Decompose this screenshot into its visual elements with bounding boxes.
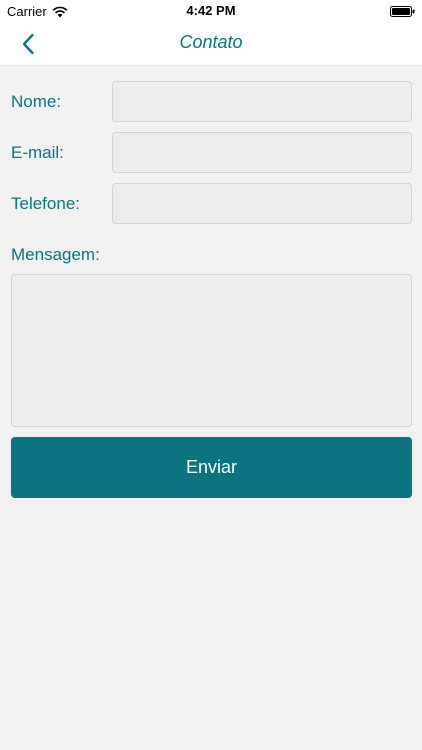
phone-field[interactable]	[112, 183, 412, 224]
send-button[interactable]: Enviar	[11, 437, 412, 498]
navigation-bar: Contato	[0, 22, 422, 66]
email-field[interactable]	[112, 132, 412, 173]
page-title: Contato	[179, 32, 243, 52]
name-label: Nome:	[11, 92, 62, 111]
message-label: Mensagem:	[11, 245, 100, 264]
message-field[interactable]	[11, 274, 412, 427]
clock: 4:42 PM	[186, 3, 236, 18]
name-field[interactable]	[112, 81, 412, 122]
battery-icon	[390, 6, 415, 17]
phone-label: Telefone:	[11, 194, 80, 213]
status-bar: Carrier 4:42 PM	[0, 0, 422, 22]
email-label: E-mail:	[11, 143, 64, 162]
